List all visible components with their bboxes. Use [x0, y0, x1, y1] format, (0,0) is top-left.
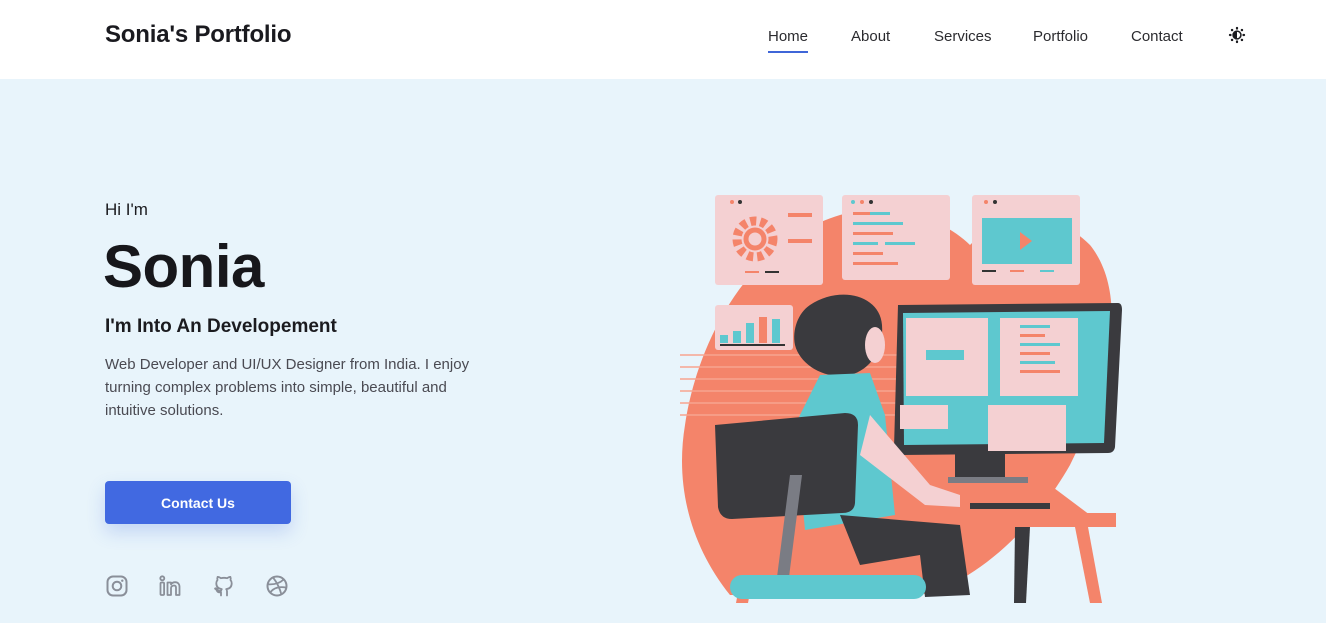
code-card — [842, 195, 950, 280]
site-header: Sonia's Portfolio Home About Services Po… — [0, 0, 1326, 79]
instagram-icon[interactable] — [105, 574, 129, 598]
nav-contact[interactable]: Contact — [1131, 28, 1183, 45]
github-icon[interactable] — [212, 574, 236, 598]
settings-card — [715, 195, 823, 285]
developer-illustration — [680, 195, 1122, 603]
dribbble-icon[interactable] — [265, 574, 289, 598]
hero-greeting: Hi I'm — [105, 200, 148, 219]
contact-us-button[interactable]: Contact Us — [105, 481, 291, 524]
nav-about[interactable]: About — [851, 28, 890, 45]
chart-card — [715, 305, 793, 350]
linkedin-icon[interactable] — [158, 574, 182, 598]
video-card — [972, 195, 1080, 285]
hero-name: Sonia — [103, 233, 264, 300]
nav-services[interactable]: Services — [934, 28, 992, 45]
nav-portfolio[interactable]: Portfolio — [1033, 28, 1088, 45]
main-nav: Home About Services Portfolio Contact — [0, 28, 1326, 53]
theme-toggle-icon[interactable] — [1228, 26, 1246, 44]
hero-tagline: I'm Into An Developement — [105, 316, 337, 337]
hero-description: Web Developer and UI/UX Designer from In… — [105, 356, 470, 419]
nav-home[interactable]: Home — [768, 28, 809, 53]
